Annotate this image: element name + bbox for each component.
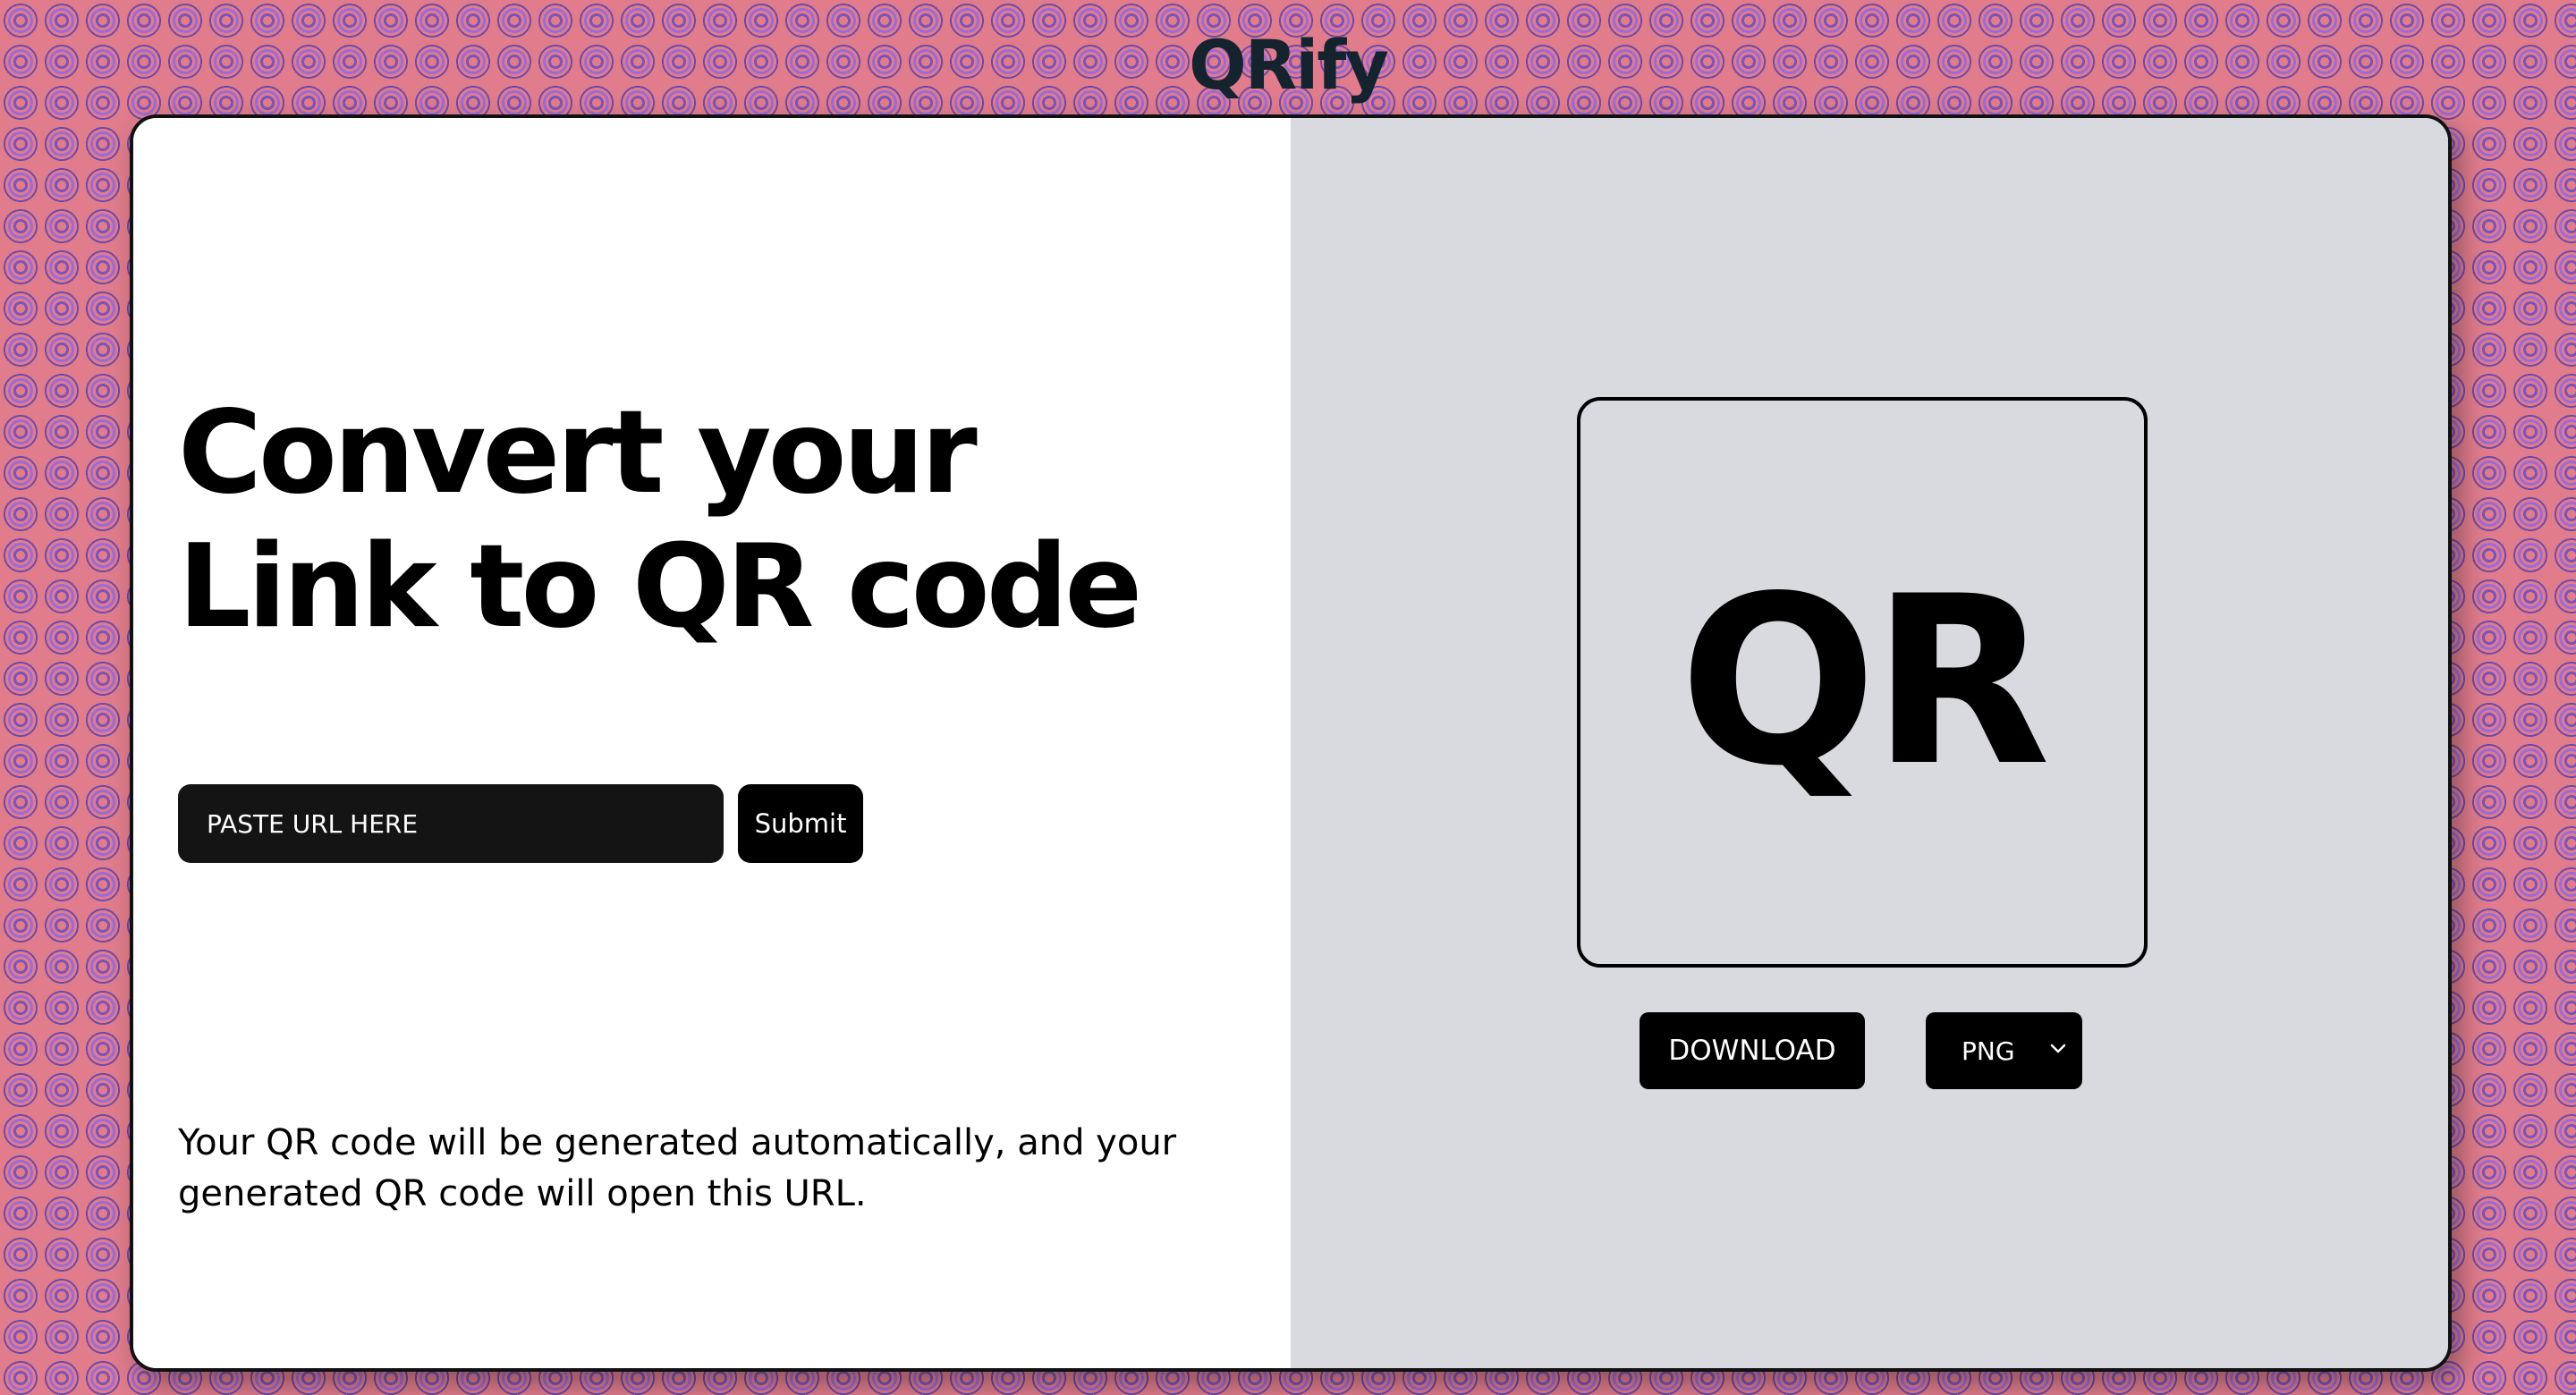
format-select[interactable]: PNG xyxy=(1926,1012,2082,1089)
qr-preview-box: QR xyxy=(1577,397,2148,968)
headline-line-1: Convert your xyxy=(178,386,978,520)
app-logo: QRify xyxy=(1189,25,1389,105)
headline-line-2: Link to QR code xyxy=(178,520,1142,654)
qr-placeholder-text: QR xyxy=(1679,547,2050,817)
download-button[interactable]: DOWNLOAD xyxy=(1640,1012,1865,1089)
input-panel: Convert your Link to QR code Submit Your… xyxy=(133,118,1291,1368)
converter-card: Convert your Link to QR code Submit Your… xyxy=(130,114,2452,1372)
preview-panel: QR DOWNLOAD PNG xyxy=(1291,118,2448,1368)
chevron-down-icon xyxy=(2050,1043,2066,1055)
url-input[interactable] xyxy=(178,784,724,863)
submit-button[interactable]: Submit xyxy=(738,784,863,863)
helper-text: Your QR code will be generated automatic… xyxy=(178,1122,1177,1214)
format-select-value: PNG xyxy=(1962,1036,2015,1066)
page-headline: Convert your Link to QR code xyxy=(178,386,1251,655)
